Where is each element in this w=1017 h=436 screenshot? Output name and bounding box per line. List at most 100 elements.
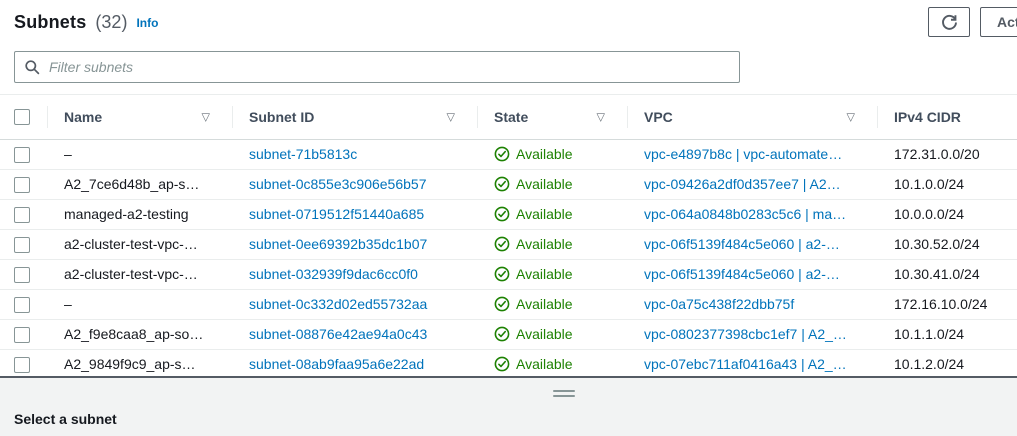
state-label: Available	[516, 176, 573, 192]
search-icon	[24, 59, 40, 75]
subnet-name: A2_7ce6d48b_ap-s…	[64, 176, 199, 192]
state-cell: Available	[477, 349, 627, 379]
sort-icon[interactable]: ▽	[202, 110, 210, 123]
ipv4-cidr-cell: 10.1.2.0/24	[877, 349, 1017, 379]
state-cell: Available	[477, 319, 627, 349]
subnet-name-cell: A2_9849f9c9_ap-s…	[47, 349, 232, 379]
ipv4-cidr-cell: 10.30.41.0/24	[877, 259, 1017, 289]
state-label: Available	[516, 146, 573, 162]
vpc-link[interactable]: vpc-06f5139f484c5e060 | a2-…	[644, 236, 840, 252]
state-label: Available	[516, 206, 573, 222]
row-checkbox[interactable]	[14, 357, 30, 373]
vpc-link[interactable]: vpc-06f5139f484c5e060 | a2-…	[644, 266, 840, 282]
row-checkbox-cell	[0, 169, 47, 199]
subnet-name: managed-a2-testing	[64, 206, 189, 222]
ipv4-cidr-cell: 172.31.0.0/20	[877, 139, 1017, 169]
column-header-subnet-id[interactable]: Subnet ID▽	[232, 95, 477, 139]
subnet-id-link[interactable]: subnet-032939f9dac6cc0f0	[249, 266, 418, 282]
subnet-id-cell: subnet-0ee69392b35dc1b07	[232, 229, 477, 259]
sort-icon[interactable]: ▽	[847, 110, 855, 123]
subnet-id-link[interactable]: subnet-71b5813c	[249, 146, 357, 162]
actions-button[interactable]: Actions	[980, 7, 1017, 37]
row-checkbox[interactable]	[14, 267, 30, 283]
subnet-name: a2-cluster-test-vpc-…	[64, 266, 198, 282]
available-check-icon	[494, 176, 510, 192]
ipv4-cidr-cell: 10.30.52.0/24	[877, 229, 1017, 259]
row-checkbox[interactable]	[14, 297, 30, 313]
state-cell: Available	[477, 229, 627, 259]
table-row[interactable]: A2_7ce6d48b_ap-s… subnet-0c855e3c906e56b…	[0, 169, 1017, 199]
vpc-link[interactable]: vpc-0802377398cbc1ef7 | A2_…	[644, 326, 847, 342]
column-header-name[interactable]: Name▽	[47, 95, 232, 139]
ipv4-cidr-cell: 172.16.10.0/24	[877, 289, 1017, 319]
split-panel-drag-handle[interactable]	[551, 388, 577, 399]
subnet-count: (32)	[95, 12, 127, 33]
toolbar: Actions	[928, 7, 1017, 37]
table-row[interactable]: managed-a2-testing subnet-0719512f51440a…	[0, 199, 1017, 229]
info-link[interactable]: Info	[136, 16, 158, 30]
vpc-cell: vpc-e4897b8c | vpc-automate…	[627, 139, 877, 169]
row-checkbox-cell	[0, 199, 47, 229]
table-row[interactable]: A2_f9e8caa8_ap-so… subnet-08876e42ae94a0…	[0, 319, 1017, 349]
vpc-link[interactable]: vpc-e4897b8c | vpc-automate…	[644, 146, 842, 162]
column-header-ipv4-cidr[interactable]: IPv4 CIDR	[877, 95, 1017, 139]
vpc-link[interactable]: vpc-07ebc711af0416a43 | A2_…	[644, 356, 847, 372]
vpc-cell: vpc-06f5139f484c5e060 | a2-…	[627, 229, 877, 259]
subnet-id-link[interactable]: subnet-08ab9faa95a6e22ad	[249, 356, 424, 372]
table-row[interactable]: a2-cluster-test-vpc-… subnet-032939f9dac…	[0, 259, 1017, 289]
state-label: Available	[516, 236, 573, 252]
subnet-id-link[interactable]: subnet-0ee69392b35dc1b07	[249, 236, 427, 252]
subnet-name-cell: a2-cluster-test-vpc-…	[47, 259, 232, 289]
column-header-state[interactable]: State▽	[477, 95, 627, 139]
subnet-name: A2_f9e8caa8_ap-so…	[64, 326, 203, 342]
row-checkbox[interactable]	[14, 177, 30, 193]
available-check-icon	[494, 356, 510, 372]
subnet-name-cell: A2_f9e8caa8_ap-so…	[47, 319, 232, 349]
row-checkbox[interactable]	[14, 147, 30, 163]
vpc-cell: vpc-07ebc711af0416a43 | A2_…	[627, 349, 877, 379]
row-checkbox[interactable]	[14, 237, 30, 253]
table-row[interactable]: a2-cluster-test-vpc-… subnet-0ee69392b35…	[0, 229, 1017, 259]
subnet-name: A2_9849f9c9_ap-s…	[64, 356, 196, 372]
table-row[interactable]: A2_9849f9c9_ap-s… subnet-08ab9faa95a6e22…	[0, 349, 1017, 379]
available-check-icon	[494, 296, 510, 312]
subnets-page: Subnets (32) Info Actions	[0, 0, 1017, 436]
vpc-cell: vpc-06f5139f484c5e060 | a2-…	[627, 259, 877, 289]
filter-container	[14, 51, 740, 83]
available-check-icon	[494, 206, 510, 222]
vpc-link[interactable]: vpc-09426a2df0d357ee7 | A2…	[644, 176, 841, 192]
available-check-icon	[494, 326, 510, 342]
row-checkbox-cell	[0, 349, 47, 379]
available-check-icon	[494, 236, 510, 252]
subnet-id-cell: subnet-08ab9faa95a6e22ad	[232, 349, 477, 379]
state-cell: Available	[477, 169, 627, 199]
subnet-id-link[interactable]: subnet-08876e42ae94a0c43	[249, 326, 427, 342]
vpc-cell: vpc-0802377398cbc1ef7 | A2_…	[627, 319, 877, 349]
ipv4-cidr: 10.30.41.0/24	[894, 266, 980, 282]
table-row[interactable]: – subnet-0c332d02ed55732aa Available vpc…	[0, 289, 1017, 319]
filter-subnets-input[interactable]	[14, 51, 740, 83]
subnet-id-link[interactable]: subnet-0719512f51440a685	[249, 206, 424, 222]
vpc-link[interactable]: vpc-064a0848b0283c5c6 | ma…	[644, 206, 846, 222]
state-label: Available	[516, 266, 573, 282]
column-header-vpc[interactable]: VPC▽	[627, 95, 877, 139]
row-checkbox-cell	[0, 259, 47, 289]
subnets-table: Name▽Subnet ID▽State▽VPC▽ IPv4 CIDR – sub…	[0, 95, 1017, 379]
column-label: IPv4 CIDR	[894, 109, 961, 125]
state-cell: Available	[477, 259, 627, 289]
row-checkbox[interactable]	[14, 207, 30, 223]
table-row[interactable]: – subnet-71b5813c Available vpc-e4897b8c…	[0, 139, 1017, 169]
vpc-link[interactable]: vpc-0a75c438f22dbb75f	[644, 296, 794, 312]
subnet-id-link[interactable]: subnet-0c332d02ed55732aa	[249, 296, 427, 312]
ipv4-cidr: 172.16.10.0/24	[894, 296, 987, 312]
sort-icon[interactable]: ▽	[447, 110, 455, 123]
subnet-id-cell: subnet-08876e42ae94a0c43	[232, 319, 477, 349]
subnet-id-link[interactable]: subnet-0c855e3c906e56b57	[249, 176, 427, 192]
row-checkbox[interactable]	[14, 327, 30, 343]
state-label: Available	[516, 356, 573, 372]
sort-icon[interactable]: ▽	[597, 110, 605, 123]
ipv4-cidr: 10.30.52.0/24	[894, 236, 980, 252]
subnet-id-cell: subnet-0c332d02ed55732aa	[232, 289, 477, 319]
select-all-checkbox[interactable]	[14, 109, 30, 125]
refresh-button[interactable]	[928, 7, 970, 37]
